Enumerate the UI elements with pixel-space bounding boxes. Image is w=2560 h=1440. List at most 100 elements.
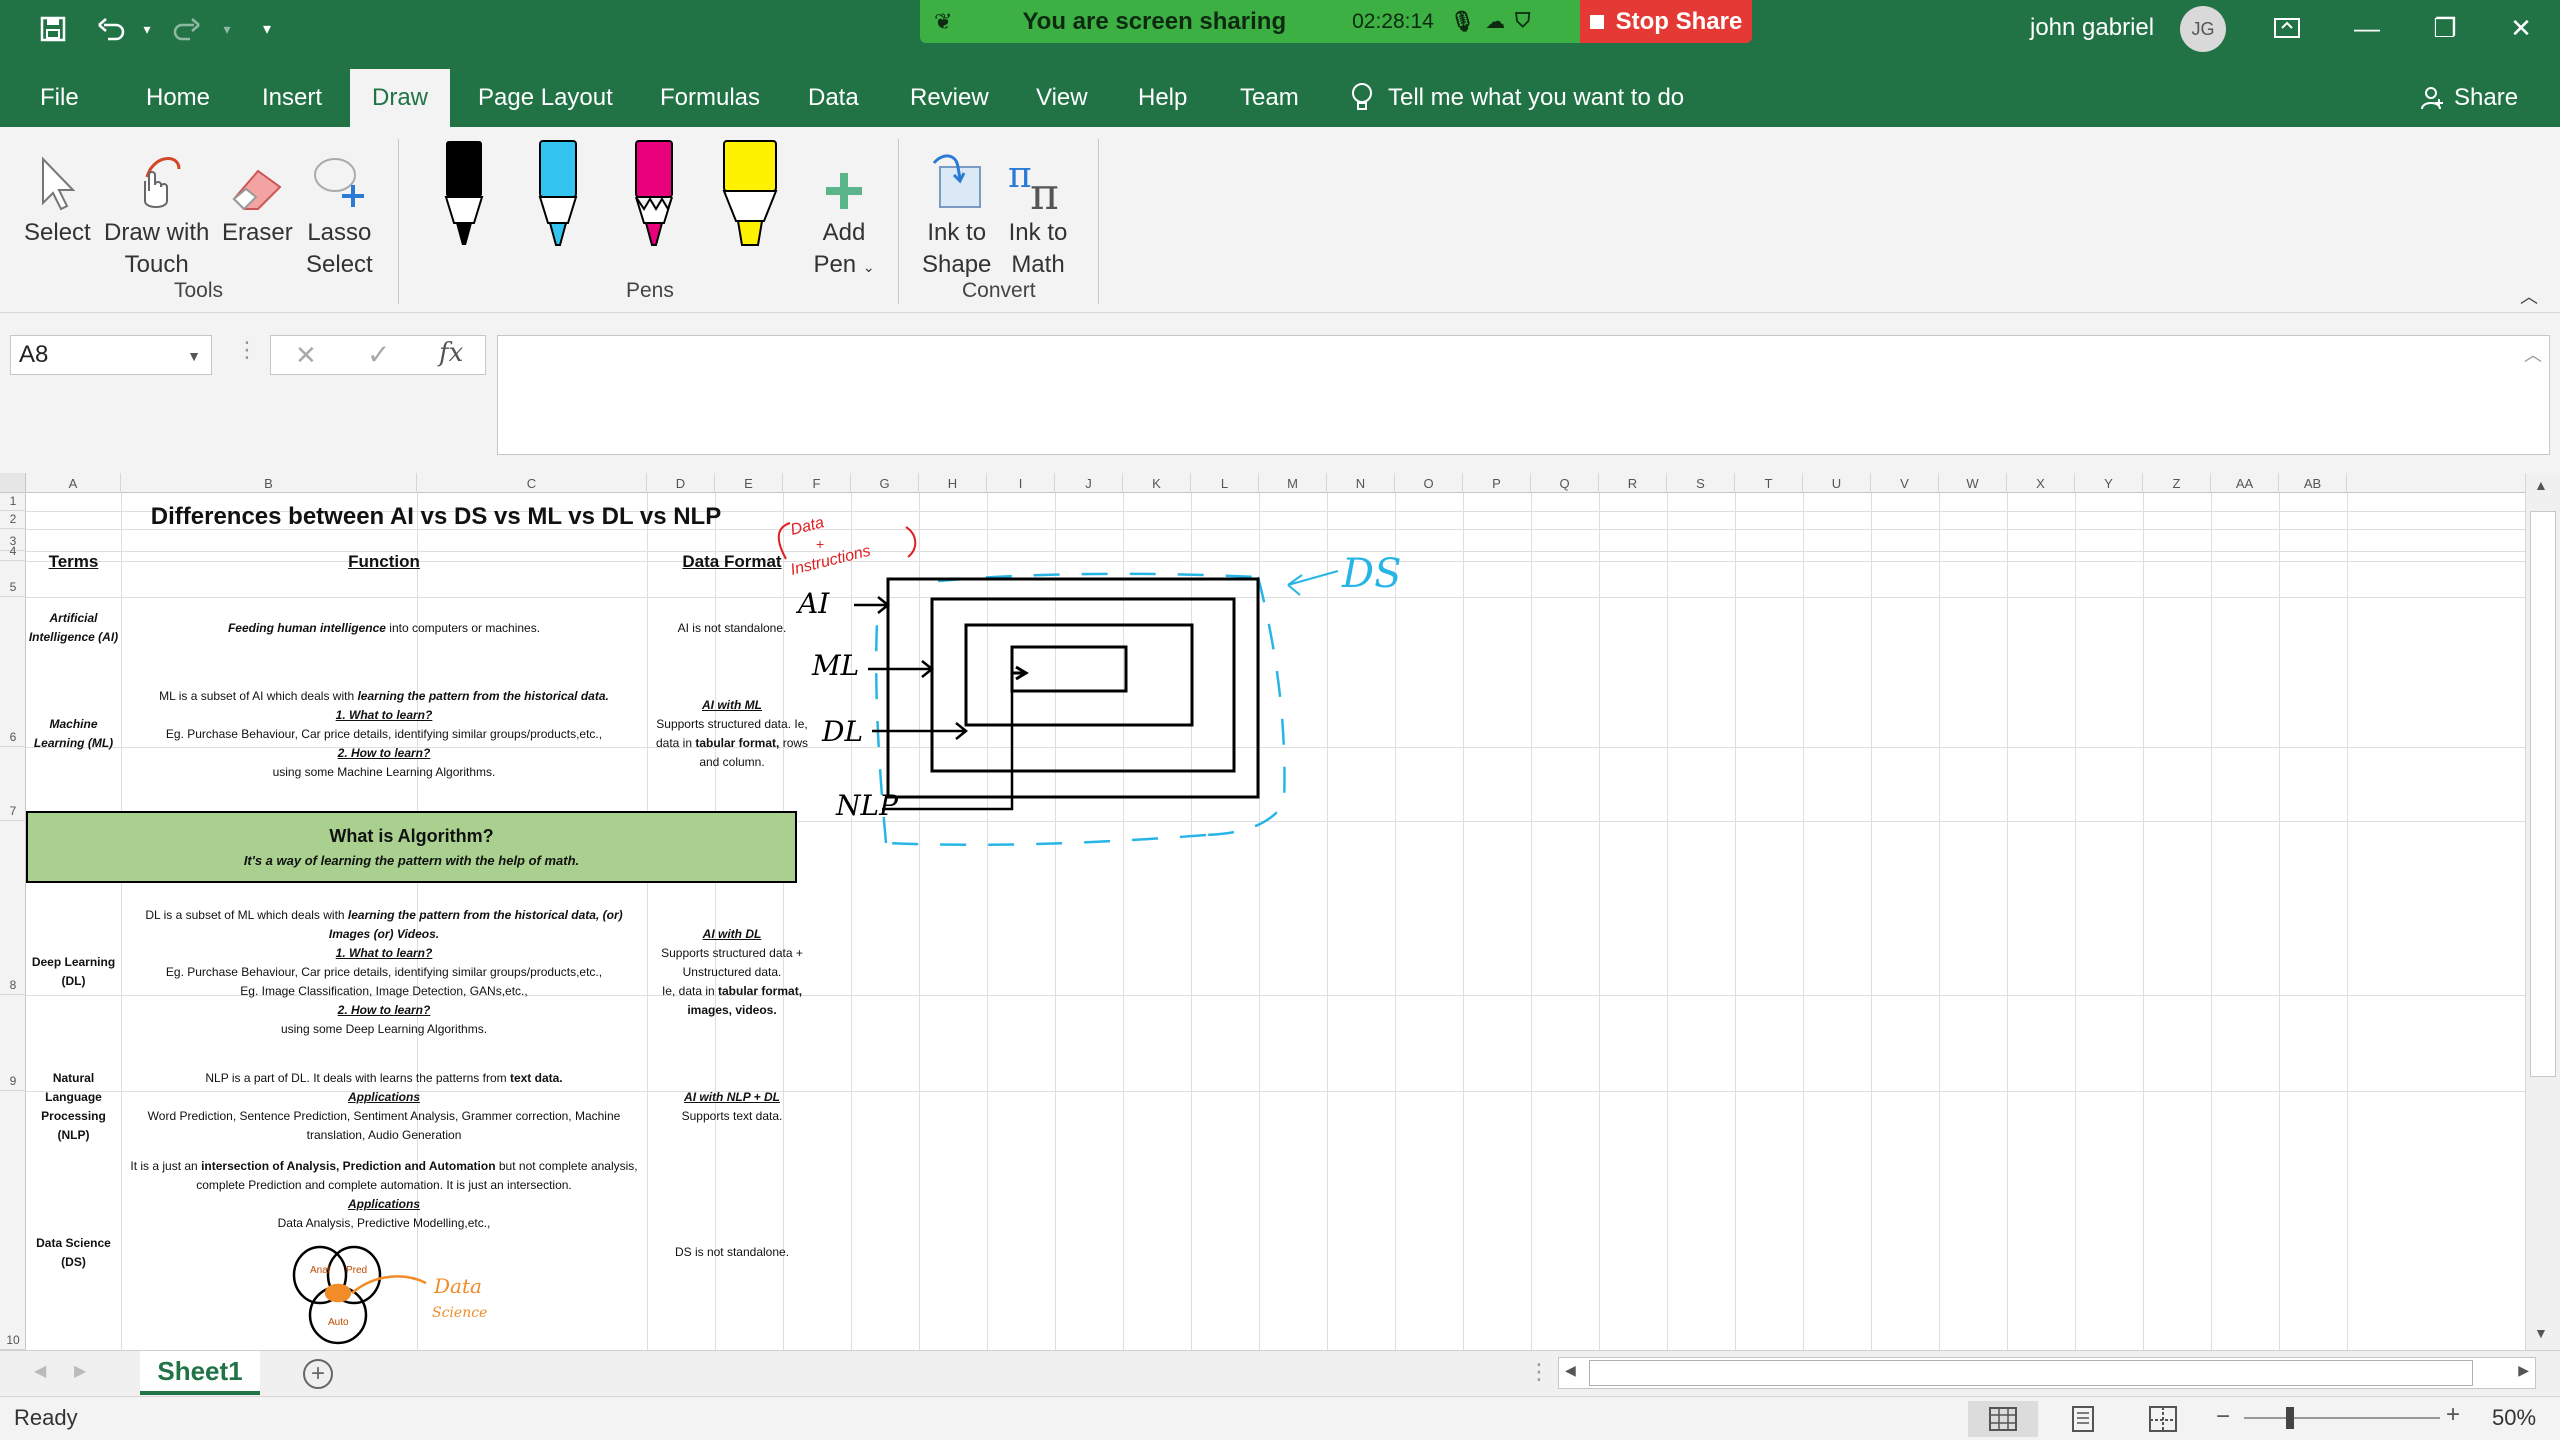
zoom-slider-thumb[interactable] (2286, 1407, 2294, 1429)
column-header-s[interactable]: S (1667, 473, 1735, 493)
column-header-t[interactable]: T (1735, 473, 1803, 493)
column-header-f[interactable]: F (783, 473, 851, 493)
add-sheet-icon[interactable]: + (303, 1359, 333, 1389)
shield-icon[interactable]: ⛉ (1515, 10, 1530, 33)
sheet-tab-sheet1[interactable]: Sheet1 (140, 1351, 260, 1395)
row-header-7[interactable]: 7 (0, 747, 26, 821)
restore-icon[interactable]: ❐ (2420, 8, 2470, 48)
close-icon[interactable]: ✕ (2496, 8, 2546, 48)
tab-data[interactable]: Data (786, 69, 881, 127)
column-header-x[interactable]: X (2007, 473, 2075, 493)
ink-to-shape-button[interactable]: Ink to Shape (922, 137, 991, 281)
undo-dropdown-icon[interactable]: ▾ (130, 12, 164, 46)
column-header-p[interactable]: P (1463, 473, 1531, 493)
tab-insert[interactable]: Insert (240, 69, 344, 127)
tab-view[interactable]: View (1014, 69, 1110, 127)
expand-formula-bar-icon[interactable]: ︿ (2524, 341, 2542, 367)
column-header-n[interactable]: N (1327, 473, 1395, 493)
column-header-aa[interactable]: AA (2211, 473, 2279, 493)
column-header-d[interactable]: D (647, 473, 715, 493)
column-header-y[interactable]: Y (2075, 473, 2143, 493)
scroll-down-icon[interactable]: ▼ (2534, 1325, 2548, 1341)
normal-view-button[interactable] (1968, 1401, 2038, 1437)
page-layout-view-button[interactable] (2048, 1401, 2118, 1437)
stop-share-button[interactable]: Stop Share (1580, 0, 1752, 43)
zoom-in-icon[interactable]: + (2446, 1401, 2460, 1429)
column-header-i[interactable]: I (987, 473, 1055, 493)
scroll-left-icon[interactable]: ◀ (1565, 1362, 1576, 1379)
pen-pink[interactable] (632, 137, 676, 249)
tab-file[interactable]: File (18, 69, 101, 127)
row-header-6[interactable]: 6 (0, 597, 26, 747)
enter-icon[interactable]: ✓ (367, 338, 390, 371)
column-header-m[interactable]: M (1259, 473, 1327, 493)
highlighter-yellow[interactable] (722, 137, 778, 249)
zoom-level[interactable]: 50% (2492, 1405, 2536, 1431)
cloud-icon[interactable]: ☁ (1485, 9, 1505, 34)
pen-black[interactable] (442, 137, 486, 249)
scroll-up-icon[interactable]: ▲ (2534, 477, 2548, 493)
horizontal-scrollbar[interactable]: ◀ ▶ (1558, 1357, 2536, 1389)
zoom-out-icon[interactable]: − (2216, 1403, 2230, 1431)
vertical-scroll-thumb[interactable] (2530, 511, 2556, 1077)
column-header-q[interactable]: Q (1531, 473, 1599, 493)
tab-formulas[interactable]: Formulas (638, 69, 782, 127)
user-name[interactable]: john gabriel (2030, 14, 2154, 42)
column-header-c[interactable]: C (417, 473, 647, 493)
column-header-a[interactable]: A (26, 473, 121, 493)
column-header-u[interactable]: U (1803, 473, 1871, 493)
column-header-k[interactable]: K (1123, 473, 1191, 493)
mic-muted-icon[interactable]: 🎙 (1450, 9, 1475, 34)
chevron-down-icon[interactable]: ▼ (187, 348, 201, 364)
zoom-slider[interactable] (2244, 1417, 2440, 1419)
select-all-corner[interactable] (0, 473, 26, 493)
share-button[interactable]: Share (2420, 69, 2518, 127)
row-header-4[interactable]: 4 (0, 544, 26, 561)
column-header-h[interactable]: H (919, 473, 987, 493)
collapse-ribbon-icon[interactable]: ︿ (2520, 283, 2538, 309)
row-header-5[interactable]: 5 (0, 561, 26, 597)
save-icon[interactable] (36, 12, 70, 46)
minimize-icon[interactable]: — (2342, 8, 2392, 48)
page-break-view-button[interactable] (2128, 1401, 2198, 1437)
column-header-ab[interactable]: AB (2279, 473, 2347, 493)
add-pen-button[interactable]: Add Pen ⌄ (812, 137, 876, 283)
customize-toolbar-icon[interactable]: ▾ (250, 12, 284, 46)
lasso-select-button[interactable]: Lasso Select (306, 137, 373, 281)
pen-blue[interactable] (536, 137, 580, 249)
redo-dropdown-icon[interactable]: ▾ (210, 12, 244, 46)
row-header-8[interactable]: 8 (0, 821, 26, 995)
column-header-o[interactable]: O (1395, 473, 1463, 493)
insert-function-icon[interactable]: fx (439, 338, 463, 368)
cell-grid[interactable]: Differences between AI vs DS vs ML vs DL… (26, 493, 2525, 1350)
column-header-z[interactable]: Z (2143, 473, 2211, 493)
tab-scroll-right-icon[interactable]: ▶ (74, 1361, 86, 1381)
ink-to-math-button[interactable]: ππ Ink to Math (1006, 137, 1070, 281)
scroll-right-icon[interactable]: ▶ (2518, 1362, 2529, 1379)
eraser-button[interactable]: Eraser (222, 137, 293, 249)
column-header-g[interactable]: G (851, 473, 919, 493)
redo-icon[interactable] (170, 12, 204, 46)
row-header-10[interactable]: 10 (0, 1091, 26, 1350)
tab-draw[interactable]: Draw (350, 69, 451, 127)
vertical-scrollbar[interactable]: ▲ ▼ (2525, 473, 2560, 1350)
column-header-l[interactable]: L (1191, 473, 1259, 493)
column-header-e[interactable]: E (715, 473, 783, 493)
tab-splitter-icon[interactable]: ⋮ (1528, 1359, 1550, 1385)
draw-with-touch-button[interactable]: Draw with Touch (104, 137, 209, 281)
column-header-v[interactable]: V (1871, 473, 1939, 493)
more-options-icon[interactable]: ⋮ (236, 337, 258, 363)
tell-me-search[interactable]: Tell me what you want to do (1350, 69, 1684, 127)
tab-review[interactable]: Review (888, 69, 1011, 127)
row-header-2[interactable]: 2 (0, 511, 26, 529)
horizontal-scroll-thumb[interactable] (1589, 1360, 2473, 1386)
ribbon-display-options-icon[interactable] (2262, 8, 2312, 48)
tab-team[interactable]: Team (1218, 69, 1321, 127)
row-header-1[interactable]: 1 (0, 493, 26, 511)
select-button[interactable]: Select (24, 137, 91, 249)
column-header-j[interactable]: J (1055, 473, 1123, 493)
undo-icon[interactable] (94, 12, 128, 46)
tab-home[interactable]: Home (124, 69, 232, 127)
column-header-r[interactable]: R (1599, 473, 1667, 493)
tab-help[interactable]: Help (1116, 69, 1209, 127)
